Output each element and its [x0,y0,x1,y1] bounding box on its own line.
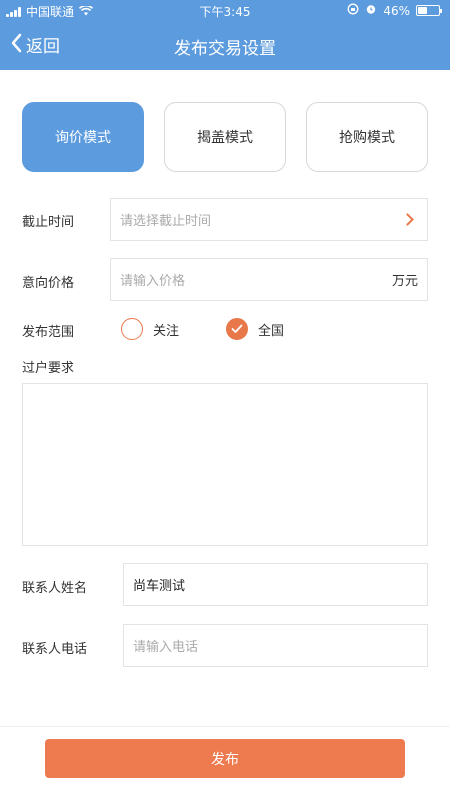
mode-selector: 询价模式 揭盖模式 抢购模式 [22,102,428,172]
price-unit: 万元 [391,274,418,289]
status-right: 46% [347,3,442,18]
contact-name-value: 尚车测试 [133,579,186,594]
mode-inquiry-button[interactable]: 询价模式 [22,102,144,172]
contact-phone-placeholder: 请输入电话 [133,640,199,655]
contact-name-label: 联系人姓名 [22,581,88,596]
mode-reveal-button[interactable]: 揭盖模式 [164,102,286,172]
transfer-label: 过户要求 [22,361,75,376]
deadline-label: 截止时间 [22,215,75,230]
contact-name-input[interactable]: 尚车测试 [123,563,428,606]
status-bar: 中国联通 下午3:45 46% [0,0,450,22]
price-placeholder: 请输入价格 [120,274,186,289]
scope-option-national[interactable]: 全国 [226,318,284,340]
chevron-right-icon [401,213,414,226]
radio-circle-icon [121,318,143,340]
publish-button[interactable]: 发布 [45,739,405,778]
contact-phone-label: 联系人电话 [22,642,88,657]
radio-check-icon [226,318,248,340]
battery-icon [416,5,442,16]
contact-phone-input[interactable]: 请输入电话 [123,624,428,667]
alarm-icon [365,3,377,18]
scope-option-follow[interactable]: 关注 [121,318,179,340]
price-input[interactable]: 请输入价格 万元 [110,258,428,301]
deadline-picker[interactable]: 请选择截止时间 [110,198,428,241]
mode-rush-button[interactable]: 抢购模式 [306,102,428,172]
page-title: 发布交易设置 [174,39,276,59]
bottom-divider [0,726,450,727]
scope-option-label: 全国 [258,323,285,339]
price-label: 意向价格 [22,276,75,291]
battery-percent: 46% [383,3,410,18]
deadline-placeholder: 请选择截止时间 [120,214,212,229]
nav-bar: 返回 发布交易设置 [0,22,450,70]
scope-label: 发布范围 [22,325,75,340]
scope-option-label: 关注 [153,323,180,339]
transfer-textarea[interactable] [22,383,428,546]
rotation-lock-icon [347,3,359,18]
